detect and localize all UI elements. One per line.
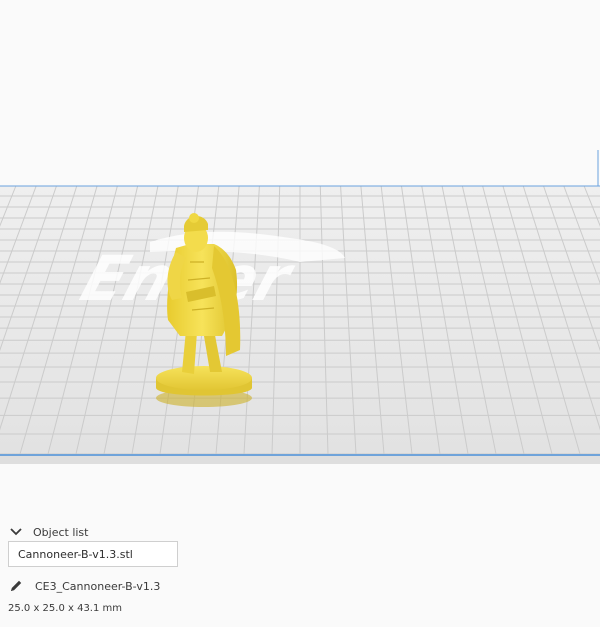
- object-info-panel: Object list Cannoneer-B-v1.3.stl CE3_Can…: [0, 505, 600, 627]
- object-name-row: CE3_Cannoneer-B-v1.3: [8, 577, 160, 595]
- object-list-toggle[interactable]: Object list: [8, 523, 88, 541]
- viewport-scene[interactable]: Ender: [0, 0, 600, 505]
- pencil-icon[interactable]: [8, 578, 24, 594]
- build-plate: Ender: [0, 150, 600, 464]
- object-dimensions: 25.0 x 25.0 x 43.1 mm: [8, 603, 123, 614]
- object-name: CE3_Cannoneer-B-v1.3: [35, 579, 161, 593]
- 3d-viewport[interactable]: Ender: [0, 0, 600, 505]
- figure-base-top: [156, 366, 252, 390]
- chevron-down-icon[interactable]: [8, 524, 24, 540]
- object-file-name-field[interactable]: Cannoneer-B-v1.3.stl: [8, 541, 178, 567]
- figure-hair-knot: [189, 213, 199, 223]
- object-list-label: Object list: [33, 525, 89, 539]
